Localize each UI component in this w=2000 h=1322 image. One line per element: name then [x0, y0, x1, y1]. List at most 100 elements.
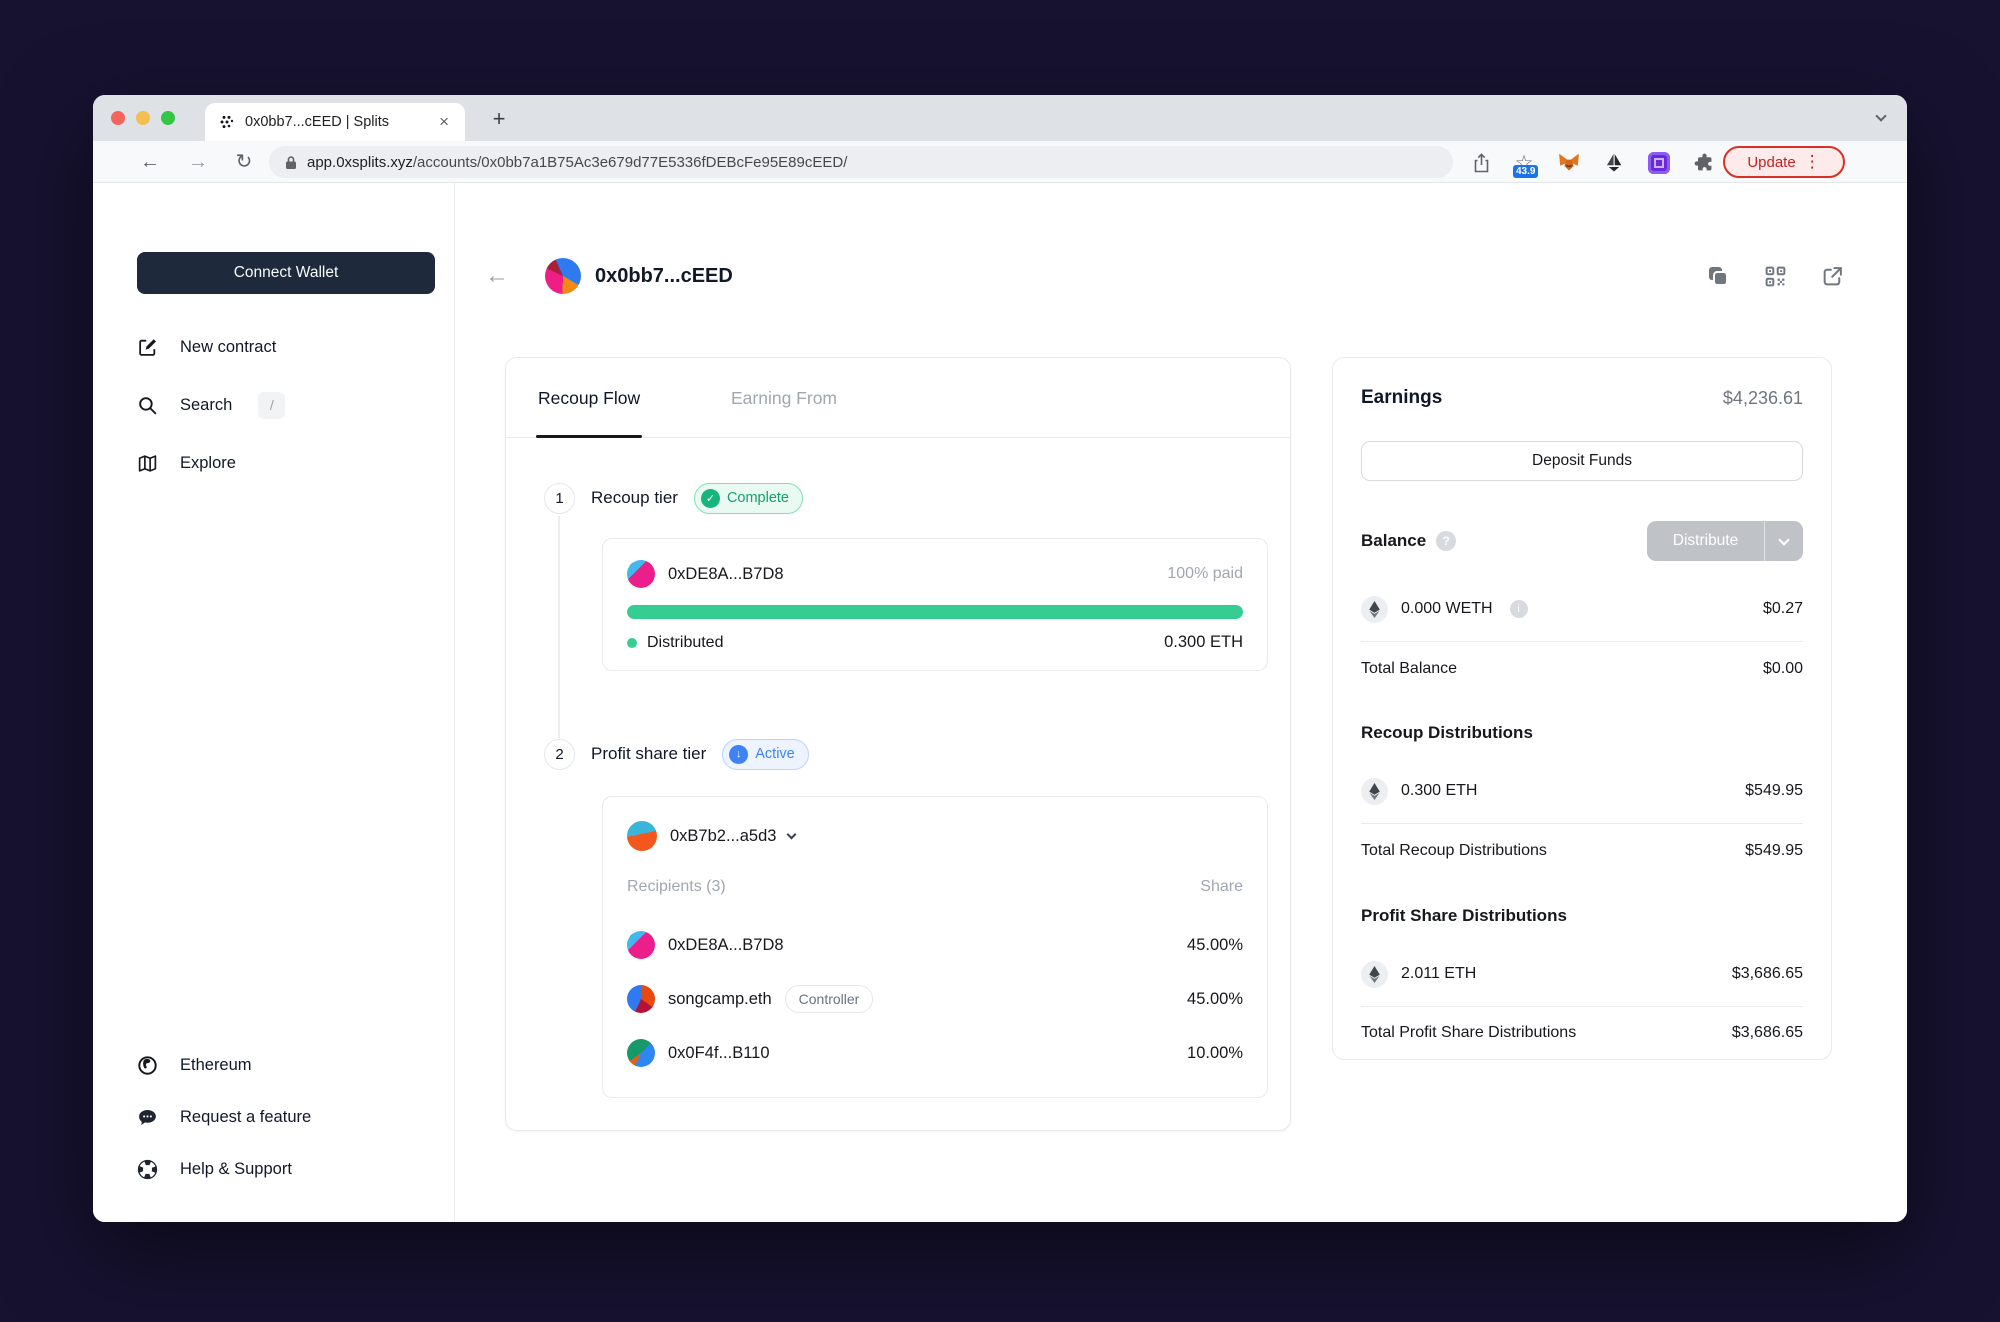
back-button[interactable]: ←	[135, 147, 165, 177]
recoup-distribution-row: 0.300 ETH $549.95	[1361, 771, 1803, 811]
recipient-share: 10.00%	[1187, 1043, 1243, 1062]
earnings-panel: Earnings $4,236.61 Deposit Funds Balance…	[1332, 357, 1832, 1060]
sail-extension-icon[interactable]	[1600, 149, 1628, 177]
sidebar-item-label: Search	[180, 395, 233, 414]
page-back-arrow[interactable]: ←	[485, 258, 509, 294]
eth-token-icon	[1361, 777, 1388, 805]
close-window-button[interactable]	[111, 111, 125, 125]
extensions-puzzle-icon[interactable]	[1690, 149, 1718, 177]
arrow-down-circle-icon: ↓	[729, 744, 749, 764]
share-column-label: Share	[1200, 878, 1243, 895]
purple-extension-icon[interactable]	[1645, 149, 1673, 177]
account-avatar	[545, 258, 581, 294]
recoup-progress-bar	[627, 605, 1243, 619]
split-address[interactable]: 0xB7b2...a5d3	[670, 827, 776, 846]
page-header: ← 0x0bb7...cEED	[455, 258, 1907, 294]
address-bar[interactable]: app.0xsplits.xyz/accounts/0x0bb7a1B75Ac3…	[269, 146, 1453, 178]
distributed-label: Distributed	[647, 633, 724, 651]
tab-title: 0x0bb7...cEED | Splits	[245, 114, 390, 130]
token-amount: 2.011 ETH	[1401, 965, 1477, 982]
balance-help-icon[interactable]: ?	[1436, 531, 1457, 551]
browser-tab[interactable]: 0x0bb7...cEED | Splits ×	[205, 103, 465, 141]
globe-icon	[137, 1055, 158, 1076]
check-circle-icon: ✓	[700, 488, 720, 508]
divider	[1361, 641, 1803, 642]
earnings-total: $4,236.61	[1722, 387, 1803, 408]
new-tab-button[interactable]: +	[483, 104, 515, 134]
window-controls	[111, 111, 175, 125]
url-domain: app.0xsplits.xyz	[307, 153, 413, 171]
pencil-square-icon	[137, 337, 158, 358]
earnings-title: Earnings	[1361, 387, 1443, 408]
sidebar-item-label: Request a feature	[180, 1107, 312, 1126]
recipient-name[interactable]: 0xDE8A...B7D8	[668, 936, 784, 955]
status-badge-complete: ✓ Complete	[693, 482, 803, 514]
step-connector-line	[558, 516, 560, 738]
sidebar-footer: Ethereum Request a feature Help & Suppor…	[137, 1049, 311, 1185]
recipient-share: 45.00%	[1187, 935, 1243, 954]
weth-info-icon[interactable]: i	[1509, 600, 1528, 618]
total-balance-row: Total Balance $0.00	[1361, 649, 1803, 689]
tab-close-icon[interactable]: ×	[435, 112, 453, 132]
recipient-address[interactable]: 0xDE8A...B7D8	[668, 565, 784, 584]
external-link-icon[interactable]	[1817, 261, 1847, 291]
main-area: ← 0x0bb7...cEED Recoup Flow Earning From…	[455, 183, 1907, 1222]
distribute-chevron-icon[interactable]	[1765, 533, 1803, 546]
controller-tag: Controller	[784, 985, 874, 1013]
deposit-funds-button[interactable]: Deposit Funds	[1361, 441, 1803, 481]
reload-button[interactable]: ↻	[229, 147, 259, 177]
total-profit-label: Total Profit Share Distributions	[1361, 1024, 1577, 1041]
sidebar-item-search[interactable]: Search /	[137, 389, 286, 421]
recipient-name[interactable]: 0x0F4f...B110	[668, 1044, 770, 1063]
distribute-label: Distribute	[1672, 532, 1739, 549]
tab-search-chevron-icon[interactable]	[1875, 110, 1887, 122]
total-recoup-label: Total Recoup Distributions	[1361, 842, 1547, 859]
distributed-status-dot	[627, 637, 637, 648]
status-badge-active: ↓ Active	[722, 738, 809, 770]
map-icon	[137, 453, 158, 474]
split-avatar	[627, 821, 657, 851]
recoup-progress-fill	[627, 605, 1243, 619]
profit-split-header[interactable]: 0xB7b2...a5d3	[627, 821, 1243, 851]
browser-menu-kebab-icon[interactable]: ⋮	[1804, 152, 1821, 172]
tab-earning-from[interactable]: Earning From	[731, 358, 837, 438]
copy-address-icon[interactable]	[1703, 261, 1733, 291]
sidebar-item-label: Ethereum	[180, 1055, 252, 1074]
profit-distributions-title: Profit Share Distributions	[1361, 906, 1567, 925]
recipient-name[interactable]: songcamp.eth	[668, 990, 772, 1009]
recipient-avatar	[627, 1039, 655, 1067]
balance-label: Balance	[1361, 531, 1427, 550]
sidebar-item-explore[interactable]: Explore	[137, 447, 285, 479]
update-button[interactable]: Update ⋮	[1723, 146, 1845, 178]
step-recoup-tier: 1 Recoup tier ✓ Complete	[544, 482, 803, 514]
profit-distribution-row: 2.011 ETH $3,686.65	[1361, 954, 1803, 994]
chevron-down-icon[interactable]	[786, 829, 797, 840]
tab-recoup-flow[interactable]: Recoup Flow	[535, 358, 643, 438]
total-balance-value: $0.00	[1762, 660, 1803, 677]
speech-bubble-icon	[137, 1107, 158, 1128]
recipient-row: 0x0F4f...B110 10.00%	[627, 1026, 1243, 1080]
sidebar-item-help-support[interactable]: Help & Support	[137, 1153, 311, 1185]
sidebar-item-request-feature[interactable]: Request a feature	[137, 1101, 311, 1133]
sidebar: Connect Wallet New contract Search / Exp…	[93, 183, 455, 1222]
distribute-button[interactable]: Distribute	[1647, 521, 1803, 561]
share-icon[interactable]	[1467, 149, 1495, 177]
profit-share-card: 0xB7b2...a5d3 Recipients (3) Share 0xDE8…	[602, 796, 1268, 1098]
token-usd-value: $0.27	[1762, 600, 1803, 617]
forward-button[interactable]: →	[183, 147, 213, 177]
qr-code-icon[interactable]	[1760, 261, 1790, 291]
tab-strip: 0x0bb7...cEED | Splits × +	[93, 95, 1907, 141]
browser-window: 0x0bb7...cEED | Splits × + ← → ↻ app.0xs…	[93, 95, 1907, 1222]
sidebar-item-new-contract[interactable]: New contract	[137, 331, 285, 363]
sidebar-item-network[interactable]: Ethereum	[137, 1049, 311, 1081]
recoup-tier-card: 0xDE8A...B7D8 100% paid Distributed 0.30…	[602, 538, 1268, 671]
token-usd-value: $3,686.65	[1731, 965, 1803, 982]
zoom-window-button[interactable]	[161, 111, 175, 125]
minimize-window-button[interactable]	[136, 111, 150, 125]
search-shortcut-key: /	[258, 391, 286, 419]
connect-wallet-button[interactable]: Connect Wallet	[137, 252, 435, 294]
browser-toolbar: ← → ↻ app.0xsplits.xyz/accounts/0x0bb7a1…	[93, 141, 1907, 183]
recipients-count-label: Recipients (3)	[627, 878, 726, 895]
metamask-extension-icon[interactable]	[1555, 149, 1583, 177]
step-number: 2	[544, 738, 575, 770]
